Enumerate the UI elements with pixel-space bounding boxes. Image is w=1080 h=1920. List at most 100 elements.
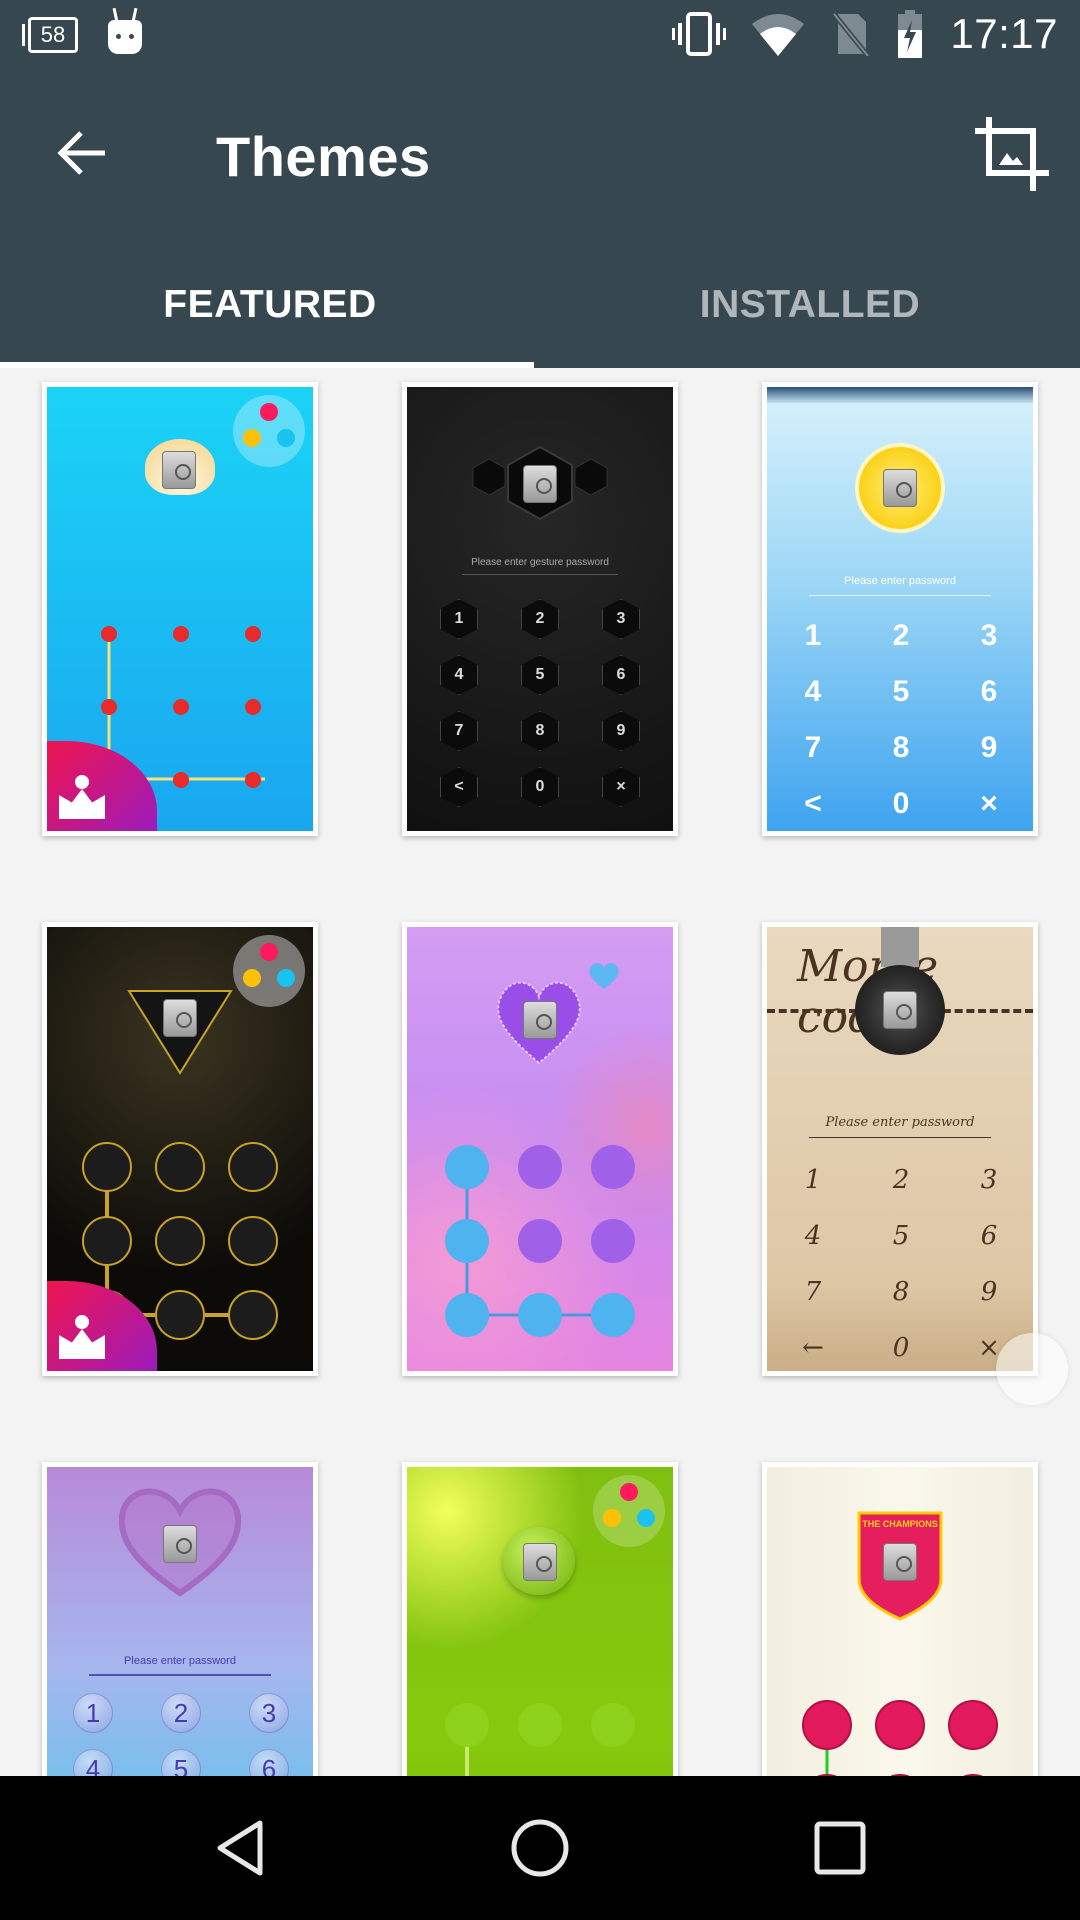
theme-card[interactable] [402, 1462, 678, 1776]
nav-recents-button[interactable] [760, 1776, 920, 1920]
theme-thumbnail-the-champions: THE CHAMPIONS [767, 1467, 1033, 1776]
status-bar: 58 17:17 [0, 0, 1080, 72]
pattern-node [155, 1216, 205, 1266]
theme-card[interactable]: Please enter gesture password 1 2 3 4 5 6 7 8 9 <… [402, 382, 678, 836]
crown-icon [59, 1329, 105, 1359]
pin-key: 8 [892, 1277, 910, 1307]
password-prompt: Please enter password [825, 1115, 975, 1130]
nav-recents-icon [814, 1821, 866, 1875]
pin-key: 3 [980, 619, 998, 652]
nav-home-icon [511, 1819, 569, 1877]
pin-key: 4 [804, 675, 822, 708]
theme-card[interactable]: Please enter password 1 2 3 4 5 6 [42, 1462, 318, 1776]
prompt-underline [809, 595, 991, 596]
pin-key: 4 [73, 1749, 113, 1776]
pattern-node [518, 1703, 562, 1747]
pin-key: 9 [602, 711, 640, 751]
notification-count: 58 [40, 22, 66, 47]
pin-key: 5 [161, 1749, 201, 1776]
theme-card[interactable] [42, 922, 318, 1376]
crown-icon [59, 789, 105, 819]
theme-thumbnail-morse-code: Morse code Please enter password 1234567… [767, 927, 1033, 1371]
android-icon [108, 20, 142, 54]
strap [881, 927, 919, 967]
wifi-icon [752, 14, 805, 56]
pattern-node [875, 1700, 925, 1750]
theme-card[interactable] [42, 382, 318, 836]
theme-card[interactable]: Please enter password 1 2 3 4 5 6 7 8 9 <0 × [762, 382, 1038, 836]
pattern-grid [802, 1700, 998, 1776]
notification-count-icon: 58 [22, 17, 78, 53]
pin-key: 6 [602, 655, 640, 695]
password-prompt: Please enter password [844, 575, 956, 587]
pin-key: 8 [521, 711, 559, 751]
pin-key: 2 [892, 619, 910, 652]
pin-key: 6 [980, 675, 998, 708]
pattern-node [591, 1219, 635, 1263]
theme-card[interactable]: THE CHAMPIONS [762, 1462, 1038, 1776]
arrow-left-icon [57, 131, 105, 175]
pin-key: 2 [161, 1693, 201, 1733]
password-prompt: Please enter gesture password [471, 557, 609, 568]
crop-button[interactable] [972, 114, 1052, 194]
pin-key: ← [802, 1333, 824, 1363]
pin-key: < [440, 767, 478, 807]
theme-card[interactable]: Morse code Please enter password 1234567… [762, 922, 1038, 1376]
pattern-node [445, 1145, 489, 1189]
theme-thumbnail-ocean-bottles [47, 387, 313, 831]
pattern-node [445, 1703, 489, 1747]
pin-key: 6 [980, 1221, 998, 1251]
themes-grid[interactable]: Please enter gesture password 1 2 3 4 5 6 7 8 9 <… [0, 368, 1080, 1776]
theme-thumbnail-rainy-heart: Please enter password 1 2 3 4 5 6 [47, 1467, 313, 1776]
tab-featured[interactable]: FEATURED [0, 260, 540, 368]
crop-icon [975, 117, 1049, 191]
prompt-underline [809, 1137, 991, 1138]
pattern-node [591, 1293, 635, 1337]
pin-key: 5 [892, 675, 910, 708]
water-wave [767, 387, 1033, 403]
no-sim-icon [832, 12, 871, 56]
pin-key: 2 [521, 599, 559, 639]
pin-key: 7 [804, 1277, 822, 1307]
pattern-node [591, 1145, 635, 1189]
pattern-node [948, 1700, 998, 1750]
pin-key: 1 [440, 599, 478, 639]
pin-key: 9 [980, 731, 998, 764]
pin-key: 3 [980, 1165, 998, 1195]
pattern-node [518, 1145, 562, 1189]
pattern-node [445, 1293, 489, 1337]
pin-key: 5 [521, 655, 559, 695]
prompt-underline [89, 1674, 271, 1676]
app-lock-icon [523, 465, 557, 503]
floating-button-ghost[interactable] [996, 1333, 1068, 1405]
pin-key: 7 [440, 711, 478, 751]
pin-key: 9 [980, 1277, 998, 1307]
back-button[interactable] [46, 118, 116, 188]
pin-key: 6 [249, 1749, 289, 1776]
pin-key: 7 [804, 731, 822, 764]
pattern-node [228, 1290, 278, 1340]
pin-key: 5 [892, 1221, 910, 1251]
pattern-grid [445, 1703, 635, 1776]
nav-back-button[interactable] [160, 1776, 320, 1920]
theme-card[interactable] [402, 922, 678, 1376]
password-prompt: Please enter password [124, 1655, 236, 1667]
prompt-underline [462, 574, 618, 575]
theme-thumbnail-lemon-water: Please enter password 1 2 3 4 5 6 7 8 9 <0 × [767, 387, 1033, 831]
nav-home-button[interactable] [460, 1776, 620, 1920]
pin-key: 8 [892, 731, 910, 764]
pin-key: 1 [804, 619, 822, 652]
theme-thumbnail-purple-heart [407, 927, 673, 1371]
clock: 17:17 [950, 10, 1058, 57]
theme-thumbnail-green-drops [407, 1467, 673, 1776]
pin-key: 2 [892, 1165, 910, 1195]
app-lock-icon [163, 1525, 197, 1563]
pattern-node [82, 1142, 132, 1192]
tab-installed[interactable]: INSTALLED [540, 260, 1080, 368]
theme-thumbnail-gold-chips [47, 927, 313, 1371]
nav-back-icon [217, 1820, 263, 1876]
pattern-node [445, 1219, 489, 1263]
pattern-grid [445, 1145, 635, 1337]
theme-thumbnail-black-hexagon: Please enter gesture password 1 2 3 4 5 6 7 8 9 <… [407, 387, 673, 831]
page-title: Themes [216, 125, 431, 188]
